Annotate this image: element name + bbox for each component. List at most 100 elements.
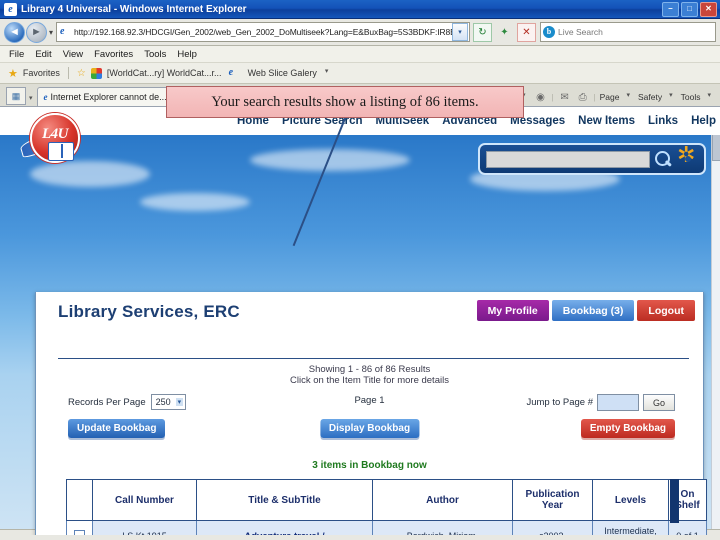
menu-item-file[interactable]: File [9,49,24,60]
nav-item-new-items[interactable]: New Items [578,115,635,127]
bookbag-status: 3 items in Bookbag now [312,460,427,471]
empty-bookbag-button[interactable]: Empty Bookbag [580,419,675,438]
callout-banner: Your search results show a listing of 86… [166,86,524,118]
tab-active[interactable]: e Internet Explorer cannot de... [36,87,174,106]
menu-item-help[interactable]: Help [177,49,197,60]
address-bar[interactable]: e http://192.168.92.3/HDCGI/Gen_2002/web… [56,22,470,42]
menu-item-view[interactable]: View [63,49,83,60]
favorite-item-webslice[interactable]: Web Slice Galery [248,68,317,78]
commandbar-divider-2: | [593,92,596,102]
logo-text: L4U [42,126,69,142]
commandbar-divider-1: | [551,92,554,102]
column-header-call-number[interactable]: Call Number [92,479,197,521]
menu-item-favorites[interactable]: Favorites [94,49,133,60]
l4u-logo[interactable]: L4U [18,113,82,163]
go-button[interactable]: Go [643,394,675,411]
close-button[interactable]: ✕ [700,1,717,17]
column-header-levels[interactable]: Levels [592,479,669,521]
search-icon[interactable] [654,150,673,169]
tab-label: Internet Explorer cannot de... [50,92,167,102]
results-panel: Library Services, ERC My Profile Bookbag… [35,292,707,535]
page-viewport: Home Picture Search MultiSeek Advanced M… [0,107,720,535]
row-checkbox[interactable] [74,529,85,535]
window-title: Library 4 Universal - Windows Internet E… [21,3,247,15]
results-controls: Records Per Page 250 ▾ Page 1 Jump to Pa… [36,394,703,412]
go-icon[interactable]: ✦ [495,23,514,42]
add-favorite-icon[interactable]: ☆ [77,68,86,79]
address-value: http://192.168.92.3/HDCGI/Gen_2002/web_G… [74,27,452,37]
jump-to-page-label: Jump to Page # [526,397,593,408]
browser-window: e Library 4 Universal - Windows Internet… [0,0,720,540]
my-profile-button[interactable]: My Profile [476,300,549,321]
refresh-icon[interactable]: ↻ [473,22,492,42]
bookbag-button[interactable]: Bookbag (3) [551,300,635,321]
minimize-button[interactable]: – [662,1,679,17]
stop-icon[interactable]: ✕ [517,22,536,42]
cell-call-number: LS Kt 1915 [92,520,197,535]
commandbar-page-menu[interactable]: Page [600,92,620,102]
nav-item-links[interactable]: Links [648,115,678,127]
favbar-divider [67,67,69,79]
results-table: Call Number Title & SubTitle Author Publ… [66,479,707,535]
row-checkbox-cell [66,520,93,535]
feeds-icon[interactable]: ◉ [533,90,547,104]
table-scroll-marker [670,479,679,523]
menu-item-tools[interactable]: Tools [144,49,166,60]
nav-item-help[interactable]: Help [691,115,716,127]
browser-search-placeholder: Live Search [558,27,603,37]
favorites-star-icon[interactable]: ★ [8,67,18,80]
webslice-chevron-icon[interactable]: ▾ [325,67,329,75]
page-title: Library Services, ERC [58,302,240,321]
select-all-header [66,479,93,521]
live-search-icon: b [543,26,555,38]
results-summary: Showing 1 - 86 of 86 Results Click on th… [36,364,703,386]
command-bar: ▾ ◉ | ✉ ⎙ | Page ▾ Safety ▾ Tools ▾ [519,90,720,106]
page-chevron-icon[interactable]: ▾ [627,91,631,99]
column-header-publication-year[interactable]: Publication Year [512,479,593,521]
cloud-shape [30,161,150,187]
window-titlebar: e Library 4 Universal - Windows Internet… [0,0,720,19]
tools-chevron-icon[interactable]: ▾ [707,91,711,99]
jump-to-page-group: Jump to Page # Go [526,394,675,411]
print-icon[interactable]: ⎙ [576,90,590,104]
web-slice-icon: e [228,67,234,78]
back-arrow-icon[interactable]: ◄ [4,21,25,43]
cell-levels: Intermediate, Secondary [592,520,669,535]
quick-tabs-icon[interactable]: ▦ [6,87,26,105]
address-dropdown-icon[interactable]: ▾ [452,23,468,41]
title-link[interactable]: Adventure travel / [244,531,324,535]
tab-list-chevron-icon[interactable]: ▾ [29,94,33,102]
column-header-title[interactable]: Title & SubTitle [196,479,373,521]
commandbar-safety-menu[interactable]: Safety [638,92,662,102]
cell-year: c2003. [512,520,593,535]
favorite-item-worldcat[interactable]: [WorldCat...ry] WorldCat...r... [107,68,222,78]
gear-icon[interactable] [677,143,698,169]
cell-author: Bardwich, Miriam. [372,520,513,535]
window-controls: – □ ✕ [662,1,720,17]
logout-button[interactable]: Logout [637,300,695,321]
display-bookbag-button[interactable]: Display Bookbag [319,419,420,438]
menu-item-edit[interactable]: Edit [35,49,51,60]
forward-arrow-icon[interactable]: ► [26,21,47,43]
cell-title: Adventure travel / [196,520,373,535]
maximize-button[interactable]: □ [681,1,698,17]
safety-chevron-icon[interactable]: ▾ [669,91,673,99]
page-favicon-icon: e [60,26,65,37]
favorites-label[interactable]: Favorites [23,68,60,78]
column-header-author[interactable]: Author [372,479,513,521]
jump-to-page-input[interactable] [597,394,639,411]
table-row[interactable]: LS Kt 1915 Adventure travel / Bardwich, … [66,520,707,535]
favorites-bar: ★ Favorites ☆ [WorldCat...ry] WorldCat..… [0,63,720,84]
browser-search-box[interactable]: b Live Search [540,22,716,42]
tab-favicon-icon: e [43,92,48,102]
mail-icon[interactable]: ✉ [558,90,572,104]
page-scrollbar[interactable] [711,107,720,535]
logo-book-icon [48,142,74,161]
update-bookbag-button[interactable]: Update Bookbag [68,419,166,438]
search-input[interactable] [486,150,650,168]
results-count-line: Showing 1 - 86 of 86 Results [308,364,431,375]
commandbar-tools-menu[interactable]: Tools [681,92,701,102]
table-header-row: Call Number Title & SubTitle Author Publ… [66,479,707,521]
header-divider [58,358,689,359]
recent-pages-chevron-icon[interactable]: ▾ [49,28,53,37]
